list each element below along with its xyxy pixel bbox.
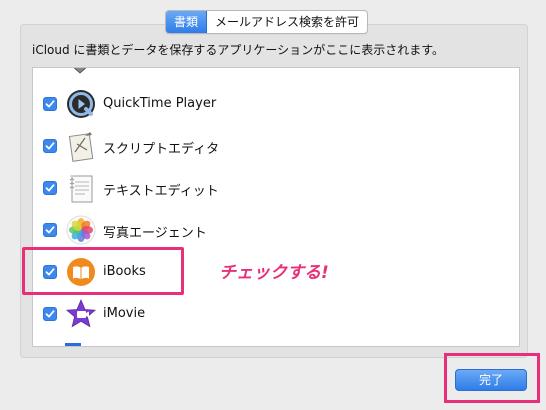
list-item[interactable]: QuickTime Player (33, 83, 519, 125)
script-editor-icon (65, 130, 97, 162)
photos-icon (65, 214, 97, 246)
app-name: スクリプトエディタ (103, 142, 220, 157)
textedit-icon (65, 172, 97, 204)
list-item[interactable]: テキストエディット (33, 167, 519, 209)
checkbox[interactable] (43, 139, 57, 153)
highlight-box-ibooks (22, 247, 184, 295)
app-name: iMovie (103, 306, 146, 321)
app-name: テキストエディット (103, 184, 219, 199)
app-name: QuickTime Player (103, 96, 217, 111)
checkbox[interactable] (43, 307, 57, 321)
segmented-control: 書類 メールアドレス検索を許可 (165, 10, 369, 34)
list-item[interactable]: iMovie (33, 293, 519, 335)
done-button[interactable]: 完了 (455, 369, 527, 391)
quicktime-icon (65, 88, 97, 120)
imovie-icon (65, 298, 97, 330)
partial-app-icon-top (69, 68, 91, 74)
list-item[interactable]: 写真エージェント (33, 209, 519, 251)
annotation-text: チェックする! (219, 263, 329, 283)
tab-email-lookup[interactable]: メールアドレス検索を許可 (207, 11, 367, 33)
checkbox[interactable] (43, 223, 57, 237)
checkbox[interactable] (43, 97, 57, 111)
checkbox[interactable] (43, 181, 57, 195)
tab-documents[interactable]: 書類 (166, 11, 208, 33)
description-text: iCloud に書類とデータを保存するアプリケーションがここに表示されます。 (32, 43, 444, 57)
app-list[interactable]: QuickTime Player スクリプトエディタ テキストエディット 写真エ… (32, 67, 520, 347)
partial-app-icon-bottom (65, 338, 83, 346)
app-name: 写真エージェント (103, 226, 207, 241)
list-item[interactable]: スクリプトエディタ (33, 125, 519, 167)
